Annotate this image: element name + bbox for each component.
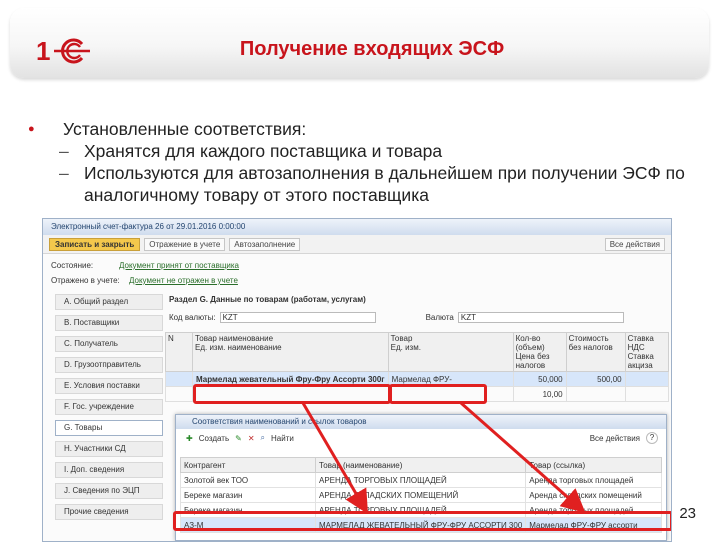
sub-item-text: Используются для автозаполнения в дальне… [84,163,685,205]
1c-logo: 1 [36,36,90,66]
dash-icon: – [59,163,69,183]
red-arrows [301,401,586,515]
dash-icon: – [59,141,69,161]
sub-item-text: Хранятся для каждого поставщика и товара [84,141,443,161]
sub-item: – Используются для автозаполнения в даль… [28,162,708,206]
svg-text:1: 1 [36,36,50,66]
slide-title: Получение входящих ЭСФ [239,38,505,60]
embedded-screenshot: Электронный счет-фактура 26 от 29.01.201… [42,218,672,542]
bullet-item: ● Установленные соответствия: [28,118,708,140]
bullet-list: ● Установленные соответствия: – Хранятся… [28,118,708,206]
bullet-dot-icon: ● [28,123,35,135]
bullet-text: Установленные соответствия: [63,119,307,139]
sub-item: – Хранятся для каждого поставщика и това… [28,140,708,162]
page-number: 23 [679,505,696,522]
